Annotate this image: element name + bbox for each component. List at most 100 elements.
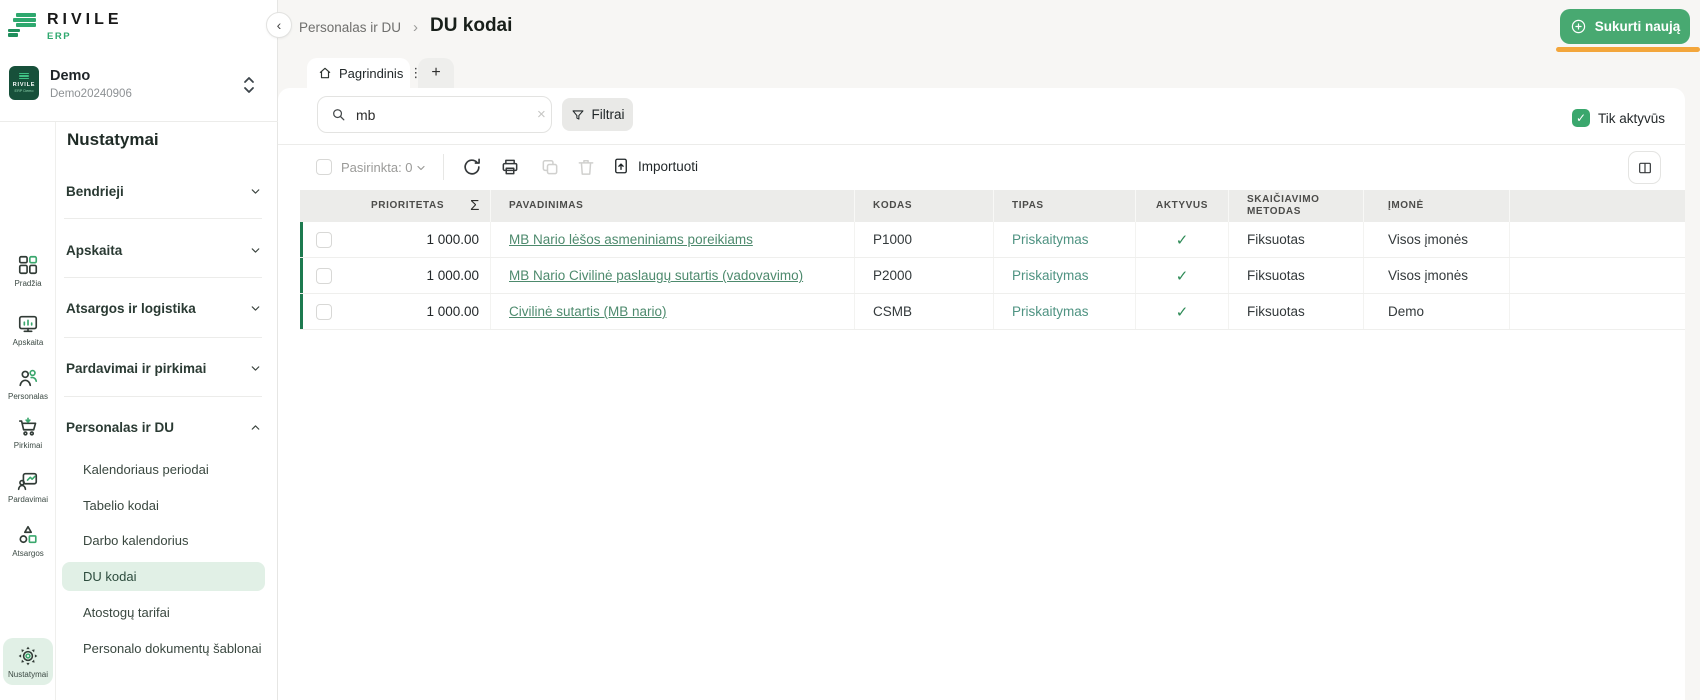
cell-prioritetas: 1 000.00 [426, 304, 479, 319]
rail-item-pirkimai[interactable]: Pirkimai [3, 416, 53, 450]
create-new-label: Sukurti naują [1595, 19, 1681, 34]
row-checkbox[interactable] [316, 304, 332, 320]
table-row[interactable]: 1 000.00 MB Nario Civilinė paslaugų suta… [300, 258, 1685, 294]
only-active-label: Tik aktyvūs [1598, 111, 1665, 126]
collapse-icon: ‹ [277, 17, 282, 33]
search-input[interactable] [356, 107, 537, 123]
home-icon [318, 66, 332, 80]
breadcrumb: Personalas ir DU › DU kodai [299, 16, 512, 38]
clear-search-icon[interactable]: × [537, 106, 546, 123]
cell-empty [1510, 258, 1685, 293]
avatar-brand-sub: ERP Demo [15, 89, 34, 93]
nav-section-personalas-ir-du[interactable]: Personalas ir DU [66, 416, 262, 438]
divider [64, 337, 262, 338]
cell-empty [1510, 222, 1685, 257]
import-label: Importuoti [638, 159, 698, 174]
row-link[interactable]: MB Nario lėšos asmeniniams poreikiams [509, 232, 753, 247]
nav-section-bendrieji[interactable]: Bendrieji [66, 180, 262, 202]
rail-item-pardavimai[interactable]: Pardavimai [3, 470, 53, 504]
tab-pagrindinis[interactable]: Pagrindinis ⋮ [307, 58, 410, 88]
table-row[interactable]: 1 000.00 Civilinė sutartis (MB nario) CS… [300, 294, 1685, 330]
cell-prioritetas: 1 000.00 [426, 232, 479, 247]
chevron-down-icon [249, 185, 262, 198]
column-header-tipas[interactable]: TIPAS [994, 190, 1136, 222]
column-header-prioritetas[interactable]: PRIORITETAS Σ [300, 190, 491, 222]
nav-item-du-kodai[interactable]: DU kodai [83, 569, 136, 584]
column-header-kodas[interactable]: KODAS [855, 190, 994, 222]
cell-imone: Visos įmonės [1364, 222, 1510, 257]
nav-section-apskaita[interactable]: Apskaita [66, 239, 262, 261]
workspace-avatar: RIVILE ERP Demo [9, 66, 39, 100]
create-new-button[interactable]: Sukurti naują [1560, 9, 1690, 44]
nav-item-personalo-dokumentu-sablonai[interactable]: Personalo dokumentų šablonai [83, 641, 262, 656]
content-card: × Filtrai ✓ Tik aktyvūs Pasirinkta: 0 Im… [278, 88, 1685, 700]
icon-rail: Pradžia Apskaita Personalas Pirkimai Par… [0, 122, 56, 700]
nav-item-kalendoriaus-periodai[interactable]: Kalendoriaus periodai [83, 462, 209, 477]
new-tab-button[interactable]: + [418, 58, 454, 88]
table-row[interactable]: 1 000.00 MB Nario lėšos asmeniniams pore… [300, 222, 1685, 258]
divider [64, 396, 262, 397]
sum-icon[interactable]: Σ [470, 197, 480, 216]
divider [443, 154, 444, 180]
rail-item-pradzia[interactable]: Pradžia [3, 254, 53, 288]
chevron-down-icon[interactable] [415, 162, 427, 174]
column-settings-button[interactable] [1628, 151, 1661, 184]
copy-icon[interactable] [540, 157, 560, 177]
nav-item-tabelio-kodai[interactable]: Tabelio kodai [83, 498, 159, 513]
chevron-updown-icon[interactable] [242, 75, 256, 95]
active-check-icon: ✓ [1176, 231, 1189, 249]
column-header-imone[interactable]: ĮMONĖ [1364, 190, 1510, 222]
rail-label: Pirkimai [14, 441, 42, 450]
rail-label: Apskaita [13, 338, 44, 347]
breadcrumb-separator-icon: › [413, 19, 418, 36]
trash-icon[interactable] [576, 157, 596, 177]
cell-prioritetas: 1 000.00 [426, 268, 479, 283]
import-button[interactable]: Importuoti [612, 157, 698, 175]
row-link[interactable]: Civilinė sutartis (MB nario) [509, 304, 667, 319]
chevron-down-icon [249, 244, 262, 257]
row-link[interactable]: MB Nario Civilinė paslaugų sutartis (vad… [509, 268, 803, 283]
column-header-aktyvus[interactable]: AKTYVUS [1136, 190, 1229, 222]
gear-icon [17, 645, 39, 667]
people-icon [17, 367, 39, 389]
select-all-checkbox[interactable] [316, 159, 332, 175]
cell-tipas: Priskaitymas [994, 294, 1136, 329]
column-header-skaiciavimo-metodas[interactable]: SKAIČIAVIMO METODAS [1229, 190, 1364, 222]
rail-item-personalas[interactable]: Personalas [3, 367, 53, 401]
search-box: × [317, 96, 552, 133]
nav-section-atsargos-ir-logistika[interactable]: Atsargos ir logistika [66, 297, 262, 319]
tab-label: Pagrindinis [339, 66, 403, 81]
cell-tipas: Priskaitymas [994, 222, 1136, 257]
refresh-icon[interactable] [462, 157, 482, 177]
checkbox-checked-icon[interactable]: ✓ [1572, 109, 1590, 127]
rail-item-apskaita[interactable]: Apskaita [3, 313, 53, 347]
nav-section-label: Atsargos ir logistika [66, 301, 196, 316]
nav-section-label: Pardavimai ir pirkimai [66, 361, 206, 376]
cell-imone: Visos įmonės [1364, 258, 1510, 293]
selected-count-label[interactable]: Pasirinkta: 0 [341, 160, 413, 175]
rail-label: Atsargos [12, 549, 44, 558]
only-active-toggle[interactable]: ✓ Tik aktyvūs [1572, 109, 1665, 127]
nav-item-atostogu-tarifai[interactable]: Atostogų tarifai [83, 605, 170, 620]
brand-sub: ERP [47, 32, 123, 42]
app-logo: RIVILE ERP [8, 9, 123, 49]
rail-item-nustatymai[interactable]: Nustatymai [3, 638, 53, 685]
row-checkbox[interactable] [316, 268, 332, 284]
sidebar-collapse-button[interactable]: ‹ [266, 12, 292, 38]
highlight-underline [1556, 47, 1700, 52]
cell-metodas: Fiksuotas [1229, 258, 1364, 293]
sidebar: RIVILE ERP RIVILE ERP Demo Demo Demo2024… [0, 0, 278, 700]
rail-item-atsargos[interactable]: Atsargos [3, 524, 53, 558]
filters-button[interactable]: Filtrai [562, 98, 633, 131]
print-icon[interactable] [500, 157, 520, 177]
column-header-pavadinimas[interactable]: PAVADINIMAS [491, 190, 855, 222]
workspace-selector[interactable]: RIVILE ERP Demo Demo Demo20240906 [8, 64, 270, 108]
cell-kodas: P1000 [855, 222, 994, 257]
page-title: DU kodai [430, 15, 512, 37]
row-checkbox[interactable] [316, 232, 332, 248]
nav-section-pardavimai-ir-pirkimai[interactable]: Pardavimai ir pirkimai [66, 357, 262, 379]
nav-item-darbo-kalendorius[interactable]: Darbo kalendorius [83, 533, 189, 548]
sales-screen-icon [17, 470, 39, 492]
cell-metodas: Fiksuotas [1229, 294, 1364, 329]
breadcrumb-parent[interactable]: Personalas ir DU [299, 20, 401, 35]
